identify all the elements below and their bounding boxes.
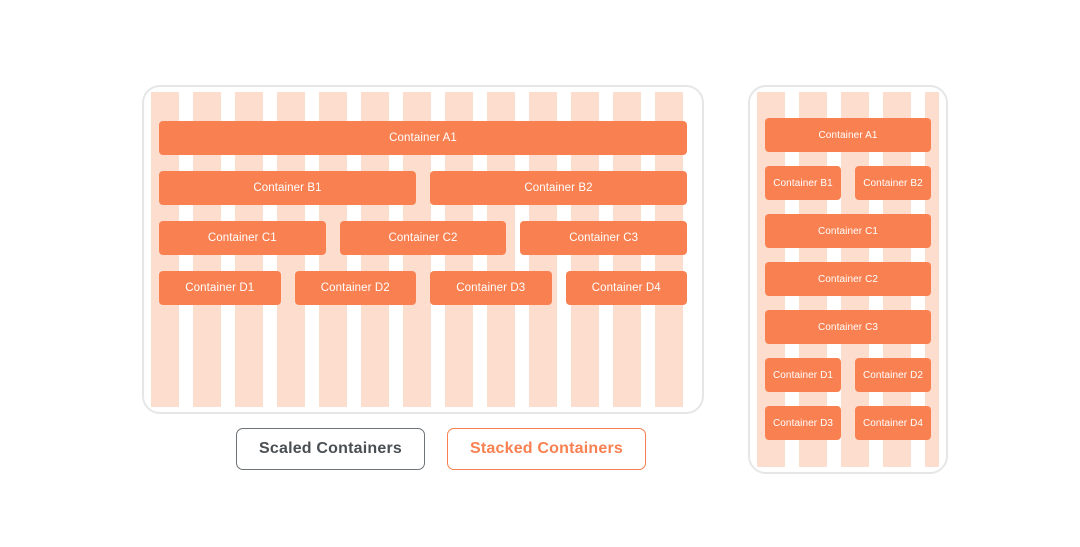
container-row: Container D3 Container D4 bbox=[765, 406, 931, 440]
container-row: Container A1 bbox=[765, 118, 931, 152]
container-row: Container C1 bbox=[765, 214, 931, 248]
scaled-containers-panel: Container A1 Container B1 Container B2 Cont… bbox=[142, 85, 704, 414]
container-box[interactable]: Container C2 bbox=[339, 221, 507, 255]
container-box[interactable]: Container D3 bbox=[765, 406, 841, 440]
container-box[interactable]: Container B1 bbox=[159, 171, 416, 205]
container-box[interactable]: Container D2 bbox=[294, 271, 416, 305]
container-box[interactable]: Container D4 bbox=[565, 271, 687, 305]
legend: Scaled Containers Stacked Containers bbox=[236, 428, 646, 470]
stacked-container-rows: Container A1 Container B1 Container B2 Cont… bbox=[757, 92, 939, 454]
container-row: Container D1 Container D2 bbox=[765, 358, 931, 392]
container-box[interactable]: Container B2 bbox=[855, 166, 931, 200]
container-row: Container C3 bbox=[765, 310, 931, 344]
container-row: Container C1 Container C2 Container C3 bbox=[159, 221, 688, 255]
container-row: Container B1 Container B2 bbox=[159, 171, 687, 205]
container-row: Container B1 Container B2 bbox=[765, 166, 931, 200]
container-box[interactable]: Container B2 bbox=[430, 171, 687, 205]
container-box[interactable]: Container A1 bbox=[765, 118, 931, 152]
container-box[interactable]: Container B1 bbox=[765, 166, 841, 200]
container-box[interactable]: Container D1 bbox=[765, 358, 841, 392]
container-box[interactable]: Container C2 bbox=[765, 262, 931, 296]
container-box[interactable]: Container D2 bbox=[855, 358, 931, 392]
container-box[interactable]: Container C1 bbox=[159, 221, 326, 255]
legend-stacked-containers-button[interactable]: Stacked Containers bbox=[447, 428, 646, 470]
container-row: Container C2 bbox=[765, 262, 931, 296]
container-row: Container A1 bbox=[159, 121, 687, 155]
container-box[interactable]: Container D4 bbox=[855, 406, 931, 440]
striped-background: Container A1 Container B1 Container B2 Cont… bbox=[151, 92, 695, 407]
scaled-container-rows: Container A1 Container B1 Container B2 Cont… bbox=[151, 92, 695, 321]
container-box[interactable]: Container D3 bbox=[430, 271, 552, 305]
container-box[interactable]: Container D1 bbox=[159, 271, 281, 305]
container-box[interactable]: Container C1 bbox=[765, 214, 931, 248]
stacked-containers-panel: Container A1 Container B1 Container B2 Cont… bbox=[748, 85, 948, 474]
container-row: Container D1 Container D2 Container D3 Cont… bbox=[159, 271, 687, 305]
container-box[interactable]: Container A1 bbox=[159, 121, 687, 155]
container-box[interactable]: Container C3 bbox=[520, 221, 688, 255]
striped-background: Container A1 Container B1 Container B2 Cont… bbox=[757, 92, 939, 467]
legend-scaled-containers-button[interactable]: Scaled Containers bbox=[236, 428, 426, 470]
container-box[interactable]: Container C3 bbox=[765, 310, 931, 344]
